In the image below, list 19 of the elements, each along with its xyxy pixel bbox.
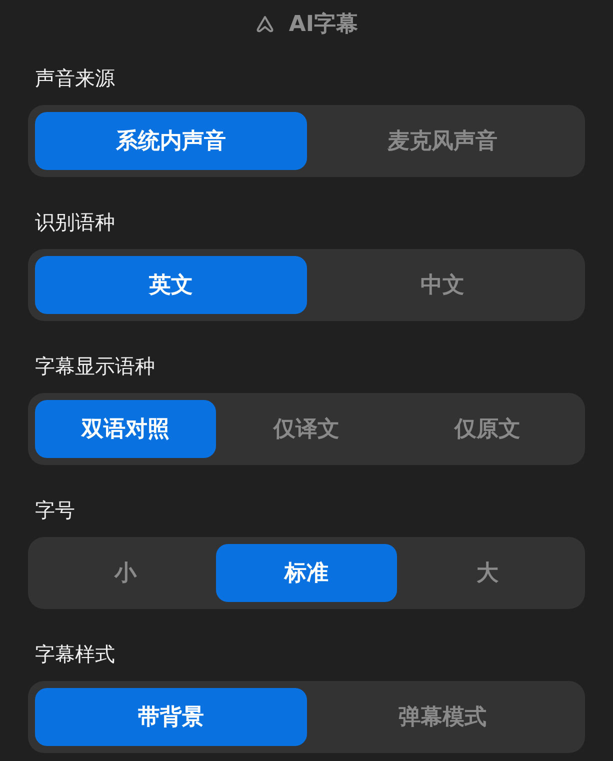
section-label: 字号 — [34, 497, 76, 524]
section-label: 字幕显示语种 — [34, 353, 156, 380]
section-label: 声音来源 — [34, 65, 116, 92]
option-button[interactable]: 弹幕模式 — [306, 688, 578, 746]
option-button[interactable]: 带背景 — [35, 688, 306, 746]
header-title: AI字幕 — [288, 10, 358, 39]
option-button[interactable]: 大 — [397, 544, 578, 602]
option-button[interactable]: 小 — [35, 544, 216, 602]
option-button[interactable]: 系统内声音 — [35, 112, 306, 170]
section-label: 字幕样式 — [34, 641, 116, 668]
option-button[interactable]: 英文 — [35, 256, 306, 314]
option-button[interactable]: 标准 — [216, 544, 397, 602]
logo-icon — [254, 15, 275, 33]
option-button[interactable]: 麦克风声音 — [306, 112, 578, 170]
option-button[interactable]: 中文 — [306, 256, 578, 314]
option-button[interactable]: 仅原文 — [397, 400, 578, 458]
section-label: 识别语种 — [34, 209, 116, 236]
option-button[interactable]: 仅译文 — [216, 400, 397, 458]
option-button[interactable]: 双语对照 — [35, 400, 216, 458]
